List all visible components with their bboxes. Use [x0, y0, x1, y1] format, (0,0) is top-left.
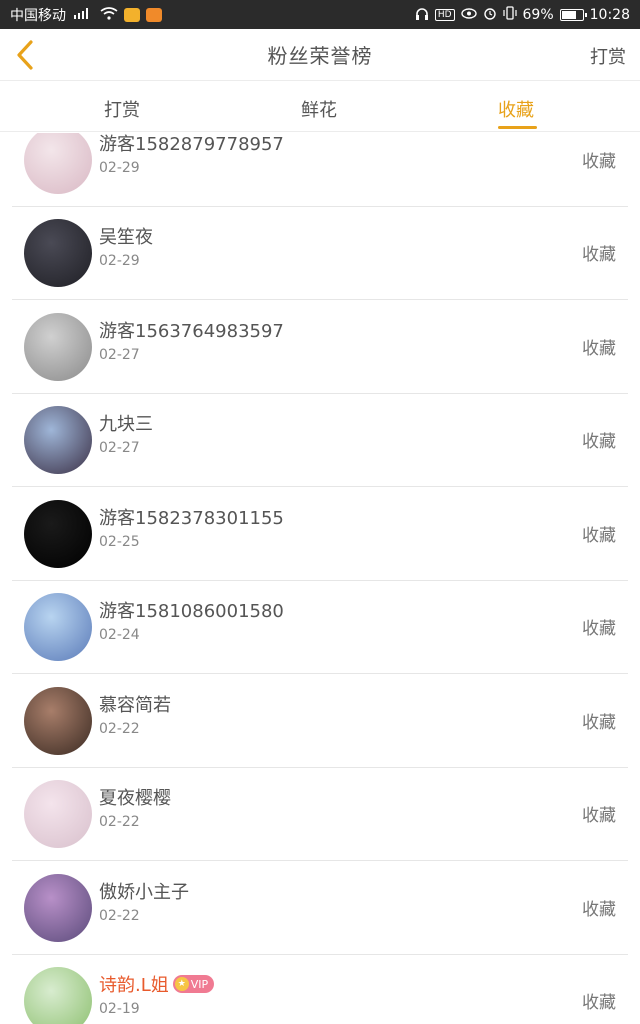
- favorite-label: 收藏: [582, 900, 616, 920]
- list-item[interactable]: 慕容简若 02-22 收藏: [12, 675, 628, 768]
- item-date: 02-22: [99, 721, 140, 737]
- tab-bar: 打赏 鲜花 收藏: [0, 82, 640, 132]
- avatar[interactable]: [24, 313, 92, 381]
- user-name-text: 游客1563764983597: [99, 321, 284, 342]
- list-item[interactable]: 游客1563764983597 02-27 收藏: [12, 301, 628, 394]
- headphones-icon: [415, 7, 429, 23]
- user-name-text: 慕容简若: [99, 695, 171, 716]
- user-name-text: 夏夜樱樱: [99, 788, 171, 809]
- favorite-label: 收藏: [582, 432, 616, 452]
- user-name: 游客1582879778957: [99, 133, 284, 156]
- signal-icon: [72, 7, 94, 22]
- avatar[interactable]: [24, 500, 92, 568]
- item-date: 02-19: [99, 1001, 140, 1017]
- avatar[interactable]: [24, 133, 92, 194]
- vip-badge: ★ VIP: [172, 975, 215, 993]
- chevron-left-icon: [17, 40, 33, 70]
- favorite-label: 收藏: [582, 713, 616, 733]
- favorite-label: 收藏: [582, 245, 616, 265]
- page-title: 粉丝荣誉榜: [267, 44, 373, 68]
- user-name: 游客1581086001580: [99, 597, 284, 623]
- favorite-label: 收藏: [582, 993, 616, 1013]
- item-date: 02-25: [99, 534, 140, 550]
- alarm-icon: [483, 6, 497, 23]
- item-date: 02-29: [99, 253, 140, 269]
- tab-flowers[interactable]: 鲜花: [301, 96, 337, 122]
- list-item[interactable]: 九块三 02-27 收藏: [12, 394, 628, 487]
- battery-icon: [559, 8, 587, 21]
- fan-list: 游客1582879778957 02-29 收藏 吴笙夜 02-29 收藏 游客156376…: [0, 133, 640, 1024]
- item-date: 02-22: [99, 908, 140, 924]
- avatar[interactable]: [24, 219, 92, 287]
- favorite-label: 收藏: [582, 339, 616, 359]
- crown-icon: ★: [174, 977, 189, 991]
- clock: 10:28: [589, 6, 630, 23]
- carrier-label: 中国移动: [10, 7, 66, 24]
- user-name: 游客1563764983597: [99, 317, 284, 343]
- item-date: 02-29: [99, 160, 140, 176]
- status-bar: 中国移动 HD 69% 10:28: [0, 0, 640, 29]
- user-name: 诗韵.L姐 ★ VIP: [99, 971, 215, 997]
- avatar[interactable]: [24, 687, 92, 755]
- user-name-text: 游客1582879778957: [99, 134, 284, 155]
- user-name: 慕容简若: [99, 691, 171, 717]
- item-date: 02-27: [99, 440, 140, 456]
- avatar[interactable]: [24, 406, 92, 474]
- list-item[interactable]: 游客1582879778957 02-29 收藏: [12, 133, 628, 207]
- item-date: 02-27: [99, 347, 140, 363]
- app-notification-icon: [146, 7, 162, 22]
- list-item[interactable]: 夏夜樱樱 02-22 收藏: [12, 768, 628, 861]
- user-name-text: 九块三: [99, 414, 153, 435]
- hd-icon: HD: [434, 8, 455, 21]
- tab-reward[interactable]: 打赏: [104, 96, 140, 122]
- eye-icon: [460, 7, 477, 22]
- user-name: 吴笙夜: [99, 223, 153, 249]
- list-item[interactable]: 游客1581086001580 02-24 收藏: [12, 581, 628, 674]
- item-date: 02-24: [99, 627, 140, 643]
- item-date: 02-22: [99, 814, 140, 830]
- user-name: 九块三: [99, 410, 153, 436]
- favorite-label: 收藏: [582, 152, 616, 172]
- vip-label: VIP: [190, 977, 209, 991]
- avatar[interactable]: [24, 874, 92, 942]
- list-item[interactable]: 吴笙夜 02-29 收藏: [12, 207, 628, 300]
- tab-favorites[interactable]: 收藏: [498, 96, 534, 122]
- list-item[interactable]: 游客1582378301155 02-25 收藏: [12, 488, 628, 581]
- user-name: 游客1582378301155: [99, 504, 284, 530]
- favorite-label: 收藏: [582, 806, 616, 826]
- reward-button[interactable]: 打赏: [590, 43, 626, 69]
- vibrate-icon: [502, 6, 517, 23]
- wifi-icon: [100, 6, 118, 23]
- user-name: 傲娇小主子: [99, 878, 189, 904]
- active-tab-indicator: [498, 126, 537, 129]
- list-item[interactable]: 诗韵.L姐 ★ VIP 02-19 收藏: [12, 955, 628, 1024]
- user-name-text: 游客1582378301155: [99, 508, 284, 529]
- avatar[interactable]: [24, 780, 92, 848]
- back-button[interactable]: [10, 39, 40, 71]
- user-name-text: 傲娇小主子: [99, 882, 189, 903]
- user-name-text: 吴笙夜: [99, 227, 153, 248]
- favorite-label: 收藏: [582, 619, 616, 639]
- nav-bar: 粉丝荣誉榜 打赏: [0, 29, 640, 81]
- list-item[interactable]: 傲娇小主子 02-22 收藏: [12, 862, 628, 955]
- user-name: 夏夜樱樱: [99, 784, 171, 810]
- user-name-text: 游客1581086001580: [99, 601, 284, 622]
- avatar[interactable]: [24, 967, 92, 1024]
- favorite-label: 收藏: [582, 526, 616, 546]
- user-name-text: 诗韵.L姐: [99, 975, 169, 996]
- battery-percent: 69%: [522, 6, 554, 23]
- avatar[interactable]: [24, 593, 92, 661]
- app-notification-icon: [124, 7, 140, 22]
